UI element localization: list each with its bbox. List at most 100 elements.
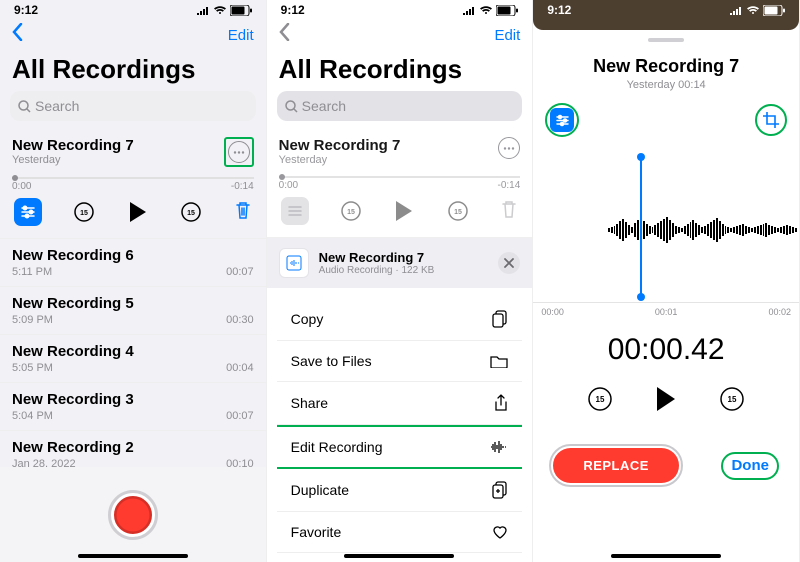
recording-title: New Recording 7 [279,137,401,154]
action-share[interactable]: Share [277,382,523,425]
selected-recording[interactable]: New Recording 7 Yesterday 0:00 -0:14 15 [0,129,266,239]
action-save-to-files[interactable]: Save to Files [277,341,523,382]
skip-forward-15-button[interactable]: 15 [179,200,203,224]
trim-button[interactable] [760,109,782,131]
battery-icon [230,5,252,16]
svg-text:15: 15 [187,210,195,217]
grabber[interactable] [648,38,684,42]
screen-all-recordings: 9:12 Edit All Recordings Search New Reco… [0,0,267,562]
more-button[interactable] [228,141,250,163]
time-end: -0:14 [231,181,254,192]
status-time: 9:12 [14,3,38,17]
highlight-trim [755,104,787,136]
status-bar: 9:12 [533,0,799,20]
action-edit-recording[interactable]: Edit Recording [277,425,523,469]
svg-text:15: 15 [347,209,355,216]
skip-back-15-button[interactable]: 15 [72,200,96,224]
back-button[interactable] [279,23,290,47]
recording-title: New Recording 7 [12,137,134,154]
battery-icon [496,5,518,16]
play-icon [653,385,679,413]
record-button[interactable] [111,493,155,537]
options-button [281,197,309,225]
nav-bar: Edit [267,20,533,50]
status-icons [196,5,252,16]
edit-button[interactable]: Edit [494,27,520,44]
skip-back-15-button[interactable]: 15 [587,386,613,417]
wifi-icon [479,5,493,15]
back-button[interactable] [12,23,23,47]
signal-icon [196,5,210,15]
svg-text:15: 15 [596,395,605,404]
play-button[interactable] [127,200,149,224]
copy-icon [492,310,508,328]
status-time: 9:12 [281,3,305,17]
skip-forward-icon: 15 [180,201,202,223]
battery-icon [763,5,785,16]
time-start: 0:00 [12,181,31,192]
wifi-icon [213,5,227,15]
play-button[interactable] [653,385,679,418]
action-list: Copy Save to Files Share Edit Recording … [277,298,523,562]
home-indicator[interactable] [611,554,721,558]
action-copy[interactable]: Copy [277,298,523,341]
highlight-more [224,137,254,167]
skip-back-icon: 15 [587,386,613,412]
folder-icon [490,354,508,368]
action-favorite[interactable]: Favorite [277,512,523,553]
play-icon [393,199,415,223]
list-item[interactable]: New Recording 45:05 PM00:04 [0,335,266,383]
search-icon [285,100,298,113]
selected-recording: New Recording 7 Yesterday 0:00 -0:14 15 … [267,129,533,238]
waveform-area[interactable]: 00:00 00:01 00:02 [533,147,799,327]
list-item[interactable]: New Recording 65:11 PM00:07 [0,239,266,287]
sheet-subtitle: Audio Recording · 122 KB [319,265,435,276]
recording-subtitle: Yesterday [279,154,401,166]
search-icon [18,100,31,113]
ellipsis-icon [503,147,515,150]
playback-scrubber [279,176,521,178]
status-bar: 9:12 [267,0,533,20]
search-input[interactable]: Search [277,91,523,121]
search-placeholder: Search [35,98,79,114]
crop-icon [762,111,780,129]
page-title: All Recordings [267,50,533,91]
options-button[interactable] [14,198,42,226]
replace-button[interactable]: REPLACE [553,448,679,483]
home-indicator[interactable] [78,554,188,558]
recording-subtitle: Yesterday [12,154,134,166]
skip-back-icon: 15 [73,201,95,223]
options-button[interactable] [550,108,574,132]
waveform-icon [490,440,508,454]
close-icon [504,258,514,268]
edit-button[interactable]: Edit [228,27,254,44]
skip-forward-15-button[interactable]: 15 [719,386,745,417]
done-button[interactable]: Done [731,457,769,474]
list-item[interactable]: New Recording 55:09 PM00:30 [0,287,266,335]
trash-icon [234,200,252,220]
file-icon [279,248,309,278]
sliders-icon [555,114,570,127]
status-icons [729,5,785,16]
action-duplicate[interactable]: Duplicate [277,469,523,512]
ellipsis-icon [233,151,245,154]
time-start: 0:00 [279,180,298,191]
list-item[interactable]: New Recording 35:04 PM00:07 [0,383,266,431]
signal-icon [729,5,743,15]
skip-forward-icon: 15 [447,200,469,222]
time-axis: 00:00 00:01 00:02 [533,302,799,317]
sheet-title: New Recording 7 [319,250,435,265]
close-button[interactable] [498,252,520,274]
chevron-left-icon [279,23,290,41]
home-indicator[interactable] [344,554,454,558]
search-input[interactable]: Search [10,91,256,121]
current-time: 00:00.42 [533,333,799,367]
playhead[interactable] [640,157,642,297]
delete-button[interactable] [234,200,252,225]
svg-text:15: 15 [728,395,737,404]
duplicate-icon [492,481,508,499]
playback-scrubber[interactable] [12,177,254,179]
sliders-icon [287,204,303,218]
more-button[interactable] [498,137,520,159]
search-placeholder: Search [302,98,346,114]
